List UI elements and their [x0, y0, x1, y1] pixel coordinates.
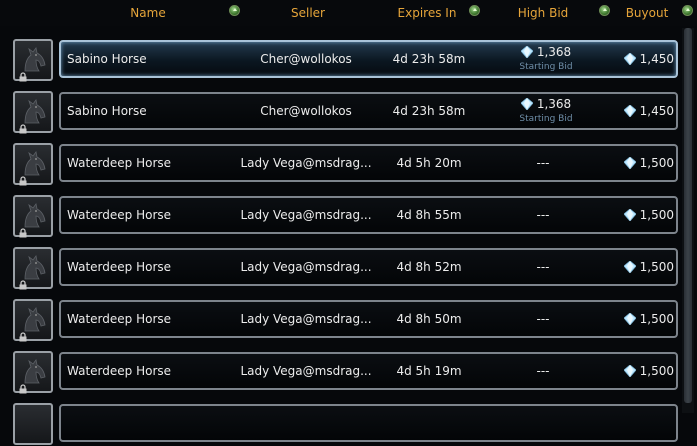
high-bid-value: ---	[536, 208, 550, 222]
buyout-value: 1,500	[639, 208, 674, 222]
high-bid-value: ---	[536, 312, 550, 326]
item-thumbnail[interactable]	[13, 195, 53, 238]
item-name: Waterdeep Horse	[67, 156, 172, 170]
lock-icon	[18, 275, 28, 290]
auction-row[interactable]: Waterdeep Horse Lady Vega@msdrag... 4d 5…	[0, 140, 697, 186]
auction-row-panel[interactable]: Waterdeep Horse Lady Vega@msdrag... 4d 5…	[59, 144, 678, 182]
lock-icon	[18, 379, 28, 394]
expires-in: 4d 5h 20m	[396, 156, 462, 170]
header-name[interactable]: Name	[118, 5, 178, 21]
seller-name: Cher@wollokos	[260, 104, 352, 118]
bid-note: Starting Bid	[519, 62, 573, 72]
astral-diamond-icon	[623, 200, 637, 222]
auction-row-partial[interactable]	[0, 400, 697, 446]
item-thumbnail[interactable]	[13, 39, 53, 82]
item-name: Sabino Horse	[67, 52, 147, 66]
auction-row-panel[interactable]: Waterdeep Horse Lady Vega@msdrag... 4d 8…	[59, 196, 678, 234]
auction-row-panel[interactable]: Waterdeep Horse Lady Vega@msdrag... 4d 5…	[59, 352, 678, 390]
auction-row[interactable]: Waterdeep Horse Lady Vega@msdrag... 4d 8…	[0, 192, 697, 238]
expires-in: 4d 5h 19m	[396, 364, 462, 378]
header-seller[interactable]: Seller	[268, 5, 348, 21]
buyout-cell: 1,500	[606, 302, 674, 336]
lock-icon	[18, 119, 28, 134]
bid-note: Starting Bid	[519, 114, 573, 124]
high-bid-value: ---	[536, 364, 550, 378]
sort-high-bid-icon[interactable]	[599, 5, 610, 16]
sort-expires-icon[interactable]	[469, 5, 480, 16]
header-high-bid[interactable]: High Bid	[512, 5, 574, 21]
scrollbar[interactable]	[682, 28, 694, 413]
auction-row-panel[interactable]	[59, 404, 678, 442]
auction-row-panel[interactable]: Sabino Horse Cher@wollokos 4d 23h 58m 1,…	[59, 40, 678, 78]
buyout-value: 1,500	[639, 260, 674, 274]
astral-diamond-icon	[520, 97, 534, 111]
auction-row[interactable]: Waterdeep Horse Lady Vega@msdrag... 4d 8…	[0, 296, 697, 342]
high-bid-value: 1,368	[536, 45, 572, 59]
buyout-cell: 1,500	[606, 354, 674, 388]
lock-icon	[18, 327, 28, 342]
item-name: Waterdeep Horse	[67, 312, 172, 326]
buyout-cell: 1,450	[606, 94, 674, 128]
auction-row[interactable]: Waterdeep Horse Lady Vega@msdrag... 4d 8…	[0, 244, 697, 290]
auction-row-panel[interactable]: Sabino Horse Cher@wollokos 4d 23h 58m 1,…	[59, 92, 678, 130]
buyout-value: 1,500	[639, 312, 674, 326]
astral-diamond-icon	[623, 356, 637, 378]
auction-row[interactable]: Sabino Horse Cher@wollokos 4d 23h 58m 1,…	[0, 88, 697, 134]
item-name: Waterdeep Horse	[67, 260, 172, 274]
header-buyout[interactable]: Buyout	[622, 5, 672, 21]
astral-diamond-icon	[623, 148, 637, 170]
buyout-value: 1,450	[639, 104, 674, 118]
expires-in: 4d 8h 50m	[396, 312, 462, 326]
seller-name: Lady Vega@msdrag...	[240, 208, 372, 222]
astral-diamond-icon	[623, 252, 637, 274]
auction-row-panel[interactable]: Waterdeep Horse Lady Vega@msdrag... 4d 8…	[59, 248, 678, 286]
astral-diamond-icon	[623, 304, 637, 326]
seller-name: Lady Vega@msdrag...	[240, 312, 372, 326]
sort-name-icon[interactable]	[229, 5, 240, 16]
lock-icon	[18, 171, 28, 186]
expires-in: 4d 23h 58m	[392, 52, 466, 66]
seller-name: Lady Vega@msdrag...	[240, 260, 372, 274]
item-thumbnail[interactable]	[13, 299, 53, 342]
astral-diamond-icon	[520, 45, 534, 59]
seller-name: Lady Vega@msdrag...	[240, 156, 372, 170]
lock-icon	[18, 223, 28, 238]
astral-diamond-icon	[623, 44, 637, 66]
buyout-cell: 1,450	[606, 42, 674, 76]
lock-icon	[18, 67, 28, 82]
buyout-value: 1,500	[639, 156, 674, 170]
buyout-cell: 1,500	[606, 198, 674, 232]
header-expires[interactable]: Expires In	[392, 5, 462, 21]
buyout-cell: 1,500	[606, 146, 674, 180]
astral-diamond-icon	[623, 96, 637, 118]
buyout-cell: 1,500	[606, 250, 674, 284]
column-header-bar: Name Seller Expires In High Bid Buyout	[0, 0, 697, 26]
seller-name: Cher@wollokos	[260, 52, 352, 66]
expires-in: 4d 8h 52m	[396, 260, 462, 274]
high-bid-value: 1,368	[536, 97, 572, 111]
high-bid-value: ---	[536, 260, 550, 274]
expires-in: 4d 8h 55m	[396, 208, 462, 222]
item-thumbnail[interactable]	[13, 351, 53, 394]
item-thumbnail[interactable]	[13, 403, 53, 445]
high-bid-cell: 1,368 Starting Bid	[506, 94, 586, 128]
sort-buyout-icon[interactable]	[682, 5, 693, 16]
auction-row[interactable]: Sabino Horse Cher@wollokos 4d 23h 58m 1,…	[0, 36, 697, 82]
high-bid-value: ---	[536, 156, 550, 170]
auction-row[interactable]: Waterdeep Horse Lady Vega@msdrag... 4d 5…	[0, 348, 697, 394]
item-thumbnail[interactable]	[13, 247, 53, 290]
item-thumbnail[interactable]	[13, 91, 53, 134]
item-name: Waterdeep Horse	[67, 364, 172, 378]
high-bid-cell: 1,368 Starting Bid	[506, 42, 586, 76]
expires-in: 4d 23h 58m	[392, 104, 466, 118]
buyout-value: 1,500	[639, 364, 674, 378]
scrollbar-thumb[interactable]	[684, 28, 692, 403]
seller-name: Lady Vega@msdrag...	[240, 364, 372, 378]
item-thumbnail[interactable]	[13, 143, 53, 186]
item-name: Sabino Horse	[67, 104, 147, 118]
item-name: Waterdeep Horse	[67, 208, 172, 222]
buyout-value: 1,450	[639, 52, 674, 66]
auction-row-panel[interactable]: Waterdeep Horse Lady Vega@msdrag... 4d 8…	[59, 300, 678, 338]
